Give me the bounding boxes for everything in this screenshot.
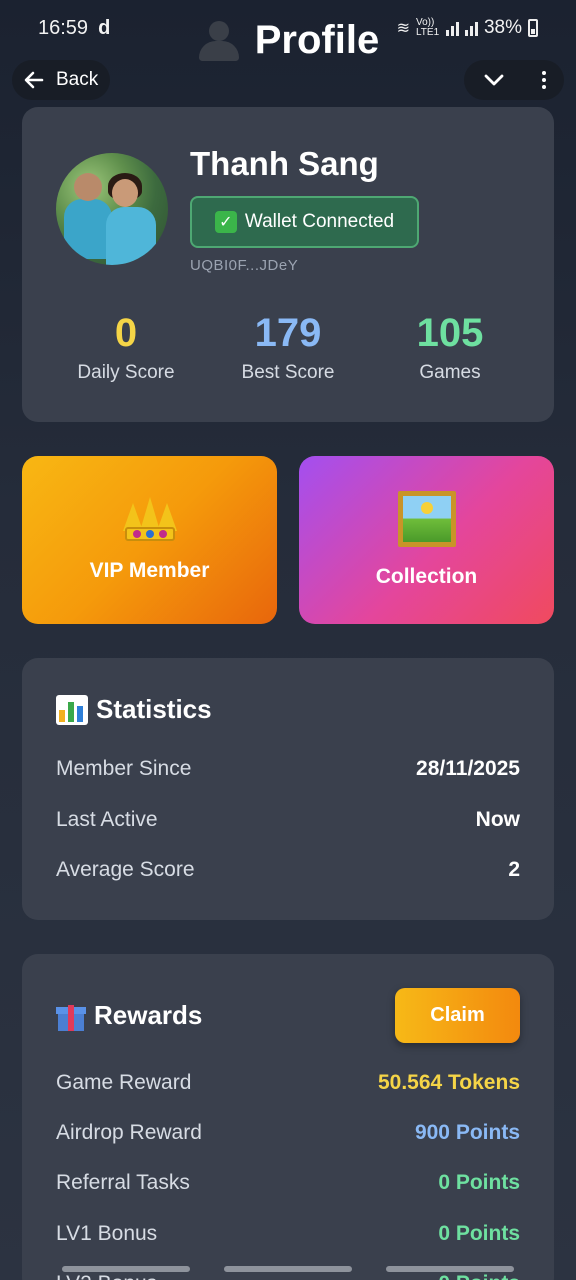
stat-row-label: Last Active: [56, 808, 158, 831]
rewards-title: Rewards: [94, 1000, 203, 1030]
stat-games: 105 Games: [370, 311, 530, 384]
stat-value: 105: [416, 311, 484, 355]
statistics-title-row: Statistics: [56, 694, 212, 725]
reward-row-airdrop: Airdrop Reward 900 Points: [56, 1121, 520, 1145]
page-title-row: Profile: [0, 18, 576, 63]
reward-row-label: Game Reward: [56, 1071, 192, 1094]
reward-row-value: 0 Points: [438, 1171, 520, 1194]
reward-row-label: Airdrop Reward: [56, 1121, 202, 1144]
top-actions: [464, 60, 564, 100]
reward-row-value: 0 Points: [438, 1222, 520, 1245]
rewards-title-row: Rewards: [56, 1000, 202, 1031]
profile-card: Thanh Sang ✓ Wallet Connected UQBI0F...J…: [22, 107, 554, 422]
stat-row-last-active: Last Active Now: [56, 808, 520, 832]
stat-value: 179: [254, 311, 322, 355]
gesture-navigation-bar: [0, 1266, 576, 1272]
reward-row-referral: Referral Tasks 0 Points: [56, 1171, 520, 1195]
vip-member-label: VIP Member: [89, 559, 210, 582]
reward-row-game: Game Reward 50.564 Tokens: [56, 1071, 520, 1095]
check-icon: ✓: [214, 211, 237, 233]
stat-row-label: Member Since: [56, 757, 192, 780]
wallet-address: UQBI0F...JDeY: [190, 257, 299, 274]
bar-chart-icon: [56, 694, 88, 725]
crown-icon: [121, 497, 179, 541]
back-label: Back: [56, 69, 99, 90]
collection-tile[interactable]: Collection: [299, 456, 554, 624]
person-icon: [197, 19, 241, 63]
stat-row-value: Now: [475, 808, 520, 831]
stat-best-score: 179 Best Score: [208, 311, 368, 384]
reward-row-lv2-bonus: LV2 Bonus 0 Points: [56, 1272, 520, 1280]
arrow-left-icon: [24, 71, 44, 89]
gift-icon: [56, 1001, 86, 1031]
wallet-status-label: Wallet Connected: [244, 211, 395, 232]
reward-row-value: 50.564 Tokens: [377, 1071, 520, 1094]
statistics-title: Statistics: [96, 694, 212, 724]
reward-row-label: LV1 Bonus: [56, 1222, 158, 1245]
stat-label: Games: [419, 362, 481, 383]
more-menu-icon[interactable]: [542, 71, 546, 89]
statistics-card: Statistics Member Since 28/11/2025 Last …: [22, 658, 554, 920]
wallet-status-badge: ✓ Wallet Connected: [190, 196, 419, 248]
rewards-card: Rewards Claim Game Reward 50.564 Tokens …: [22, 954, 554, 1280]
stat-row-member-since: Member Since 28/11/2025: [56, 757, 520, 781]
stat-row-label: Average Score: [56, 858, 195, 881]
reward-row-label: LV2 Bonus: [56, 1272, 157, 1280]
stat-row-value: 28/11/2025: [416, 757, 520, 780]
chevron-down-icon[interactable]: [482, 68, 506, 92]
collection-label: Collection: [375, 565, 478, 588]
stat-row-average-score: Average Score 2: [56, 858, 520, 882]
reward-row-value: 900 Points: [414, 1121, 520, 1144]
profile-name: Thanh Sang: [190, 145, 379, 182]
avatar: [56, 153, 168, 265]
stat-label: Daily Score: [77, 362, 175, 383]
vip-member-tile[interactable]: VIP Member: [22, 456, 277, 624]
stat-label: Best Score: [241, 362, 335, 383]
stat-value: 0: [114, 311, 138, 355]
reward-row-label: Referral Tasks: [56, 1171, 190, 1194]
reward-row-lv1-bonus: LV1 Bonus 0 Points: [56, 1222, 520, 1246]
page-title: Profile: [254, 18, 380, 62]
claim-button[interactable]: Claim: [395, 988, 520, 1043]
framed-picture-icon: [397, 491, 456, 547]
stat-daily-score: 0 Daily Score: [46, 311, 206, 384]
reward-row-value: 0 Points: [438, 1272, 520, 1280]
stat-row-value: 2: [508, 858, 520, 881]
back-button[interactable]: Back: [12, 60, 110, 100]
